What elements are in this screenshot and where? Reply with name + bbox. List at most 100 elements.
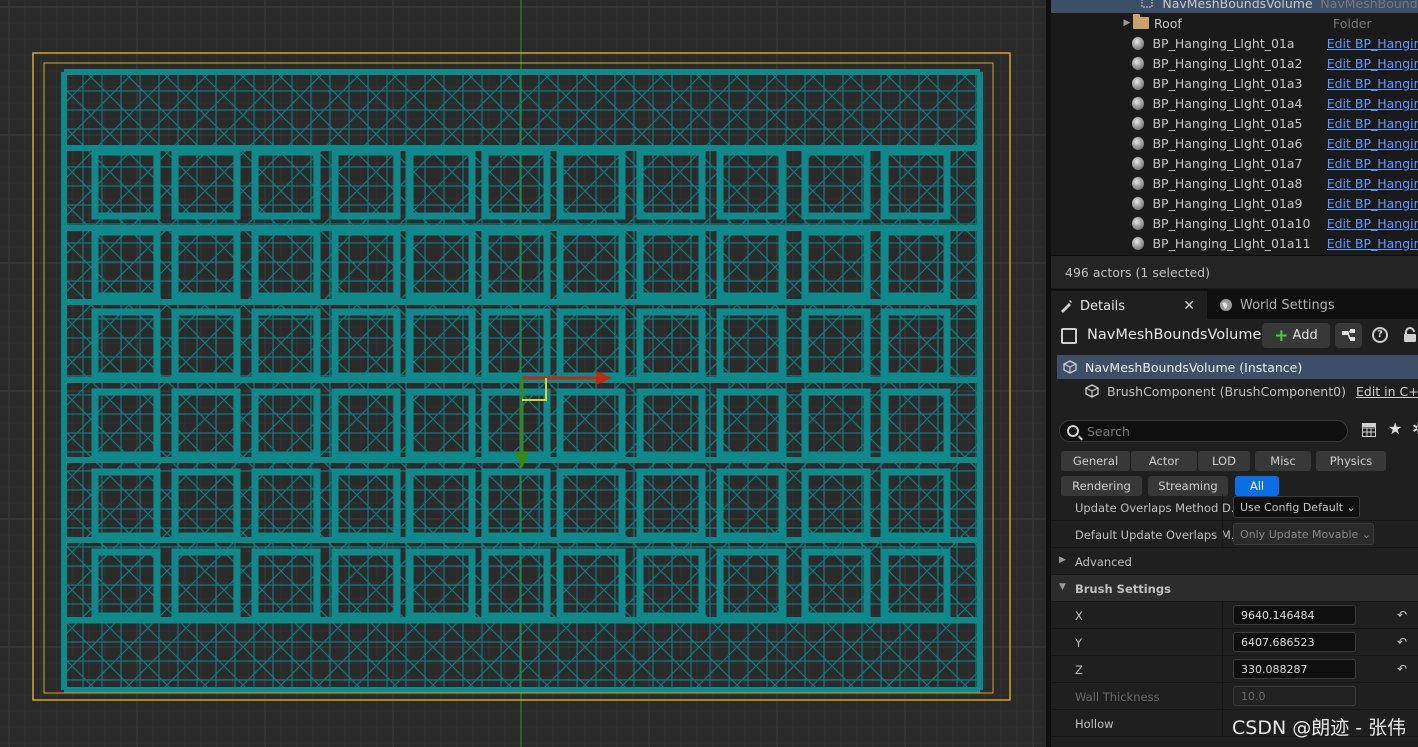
reset-arrow-icon[interactable]: ↶ [1397,662,1407,676]
add-component-button[interactable]: + Add [1262,323,1330,348]
sphere-actor-icon [1131,57,1145,70]
edit-blueprint-link[interactable]: Edit BP_Hangin [1327,196,1418,211]
edit-blueprint-link[interactable]: Edit BP_Hangin [1327,136,1418,151]
filter-general[interactable]: General [1061,451,1130,471]
brush-settings-section[interactable]: ▼ Brush Settings [1051,575,1418,602]
wireframe-band [977,72,983,690]
details-search-input[interactable]: Search [1059,420,1348,442]
outliner-row[interactable]: BP_Hanging_LIght_01a2 Edit BP_Hangin [1051,53,1418,73]
outliner-row[interactable]: ▶ Roof Folder [1051,13,1418,33]
sphere-actor-icon [1131,117,1145,130]
outliner-item-label: BP_Hanging_LIght_01a [1152,35,1295,51]
filter-misc[interactable]: Misc [1255,451,1311,471]
object-header: NavMeshBoundsVolume + Add ? [1051,319,1418,353]
filter-streaming[interactable]: Streaming [1148,476,1228,496]
filter-all[interactable]: All [1235,476,1279,496]
chevron-down-icon: ⌄ [1361,528,1372,541]
edit-blueprint-link[interactable]: Edit BP_Hangin [1327,96,1418,111]
outliner-row[interactable]: BP_Hanging_LIght_01a7 Edit BP_Hangin [1051,153,1418,173]
y-value-input[interactable]: 6407.686523 [1233,632,1356,652]
outliner-row[interactable]: BP_Hanging_LIght_01a5 Edit BP_Hangin [1051,113,1418,133]
outliner-row[interactable]: BP_Hanging_LIght_01a10 Edit BP_Hangin [1051,213,1418,233]
folder-icon [1133,14,1149,29]
advanced-expander[interactable]: ▶ Advanced [1051,548,1418,575]
outliner-row[interactable]: BP_Hanging_LIght_01a Edit BP_Hangin [1051,33,1418,53]
z-value-input[interactable]: 330.088287 [1233,659,1356,679]
dropdown-value: Only Update Movable [1240,528,1359,541]
property-row-y: Y 6407.686523 ↶ [1051,629,1418,656]
plus-icon: + [1274,325,1289,346]
blueprint-icon [1061,328,1077,344]
help-icon[interactable]: ? [1372,327,1388,343]
outliner-item-label: BP_Hanging_LIght_01a8 [1152,175,1303,191]
settings-gear-icon[interactable]: ✲ [1412,419,1418,438]
property-label: Y [1075,636,1083,650]
property-row-wall-thickness: Wall Thickness 10.0 [1051,683,1418,710]
expand-arrow-icon[interactable]: ▶ [1121,18,1133,28]
property-label: Z [1075,663,1083,677]
level-viewport[interactable] [0,0,1046,747]
sphere-actor-icon [1131,97,1145,110]
outliner-item-type: NavMeshBounds [1320,0,1418,11]
object-name: NavMeshBoundsVolume [1087,327,1262,343]
outliner-item-label: BP_Hanging_LIght_01a7 [1152,155,1303,171]
x-value-input[interactable]: 9640.146484 [1233,605,1356,625]
wireframe-band [64,69,980,75]
viewport-canvas[interactable] [0,0,1046,747]
edit-blueprint-link[interactable]: Edit BP_Hangin [1327,236,1418,251]
edit-blueprint-link[interactable]: Edit BP_Hangin [1327,76,1418,91]
filter-physics[interactable]: Physics [1316,451,1386,471]
outliner-row[interactable]: NavMeshBoundsVolume NavMeshBounds [1051,0,1418,13]
edit-blueprint-link[interactable]: Edit BP_Hangin [1327,36,1418,51]
cube-icon [1085,384,1099,398]
close-icon[interactable]: ✕ [1183,298,1195,314]
star-icon[interactable]: ★ [1388,419,1402,438]
component-row[interactable]: NavMeshBoundsVolume (Instance) [1057,355,1418,379]
tab-world-settings[interactable]: World Settings [1211,291,1351,319]
reset-arrow-icon[interactable]: ↶ [1397,608,1407,622]
table-view-icon[interactable] [1362,423,1376,437]
property-label: X [1075,609,1083,623]
default-update-overlaps-dropdown[interactable]: Only Update Movable ⌄ [1233,523,1374,545]
outliner-row[interactable]: BP_Hanging_LIght_01a9 Edit BP_Hangin [1051,193,1418,213]
outliner-item-label: Roof [1154,15,1182,31]
search-placeholder: Search [1087,424,1130,439]
wireframe-band [64,687,980,693]
wall-thickness-input[interactable]: 10.0 [1233,686,1356,706]
sphere-actor-icon [1131,217,1145,230]
outliner-row[interactable]: BP_Hanging_LIght_01a3 Edit BP_Hangin [1051,73,1418,93]
chevron-down-icon: ▼ [1059,582,1066,592]
edit-blueprint-link[interactable]: Edit BP_Hangin [1327,216,1418,231]
wireframe-band [64,299,980,305]
outliner-row[interactable]: BP_Hanging_LIght_01a8 Edit BP_Hangin [1051,173,1418,193]
edit-blueprint-link[interactable]: Edit BP_Hangin [1327,156,1418,171]
search-icon [1067,425,1079,437]
filter-lod[interactable]: LOD [1198,451,1250,471]
outliner-row[interactable]: BP_Hanging_LIght_01a4 Edit BP_Hangin [1051,93,1418,113]
outliner-row[interactable]: BP_Hanging_LIght_01a11 Edit BP_Hangin [1051,233,1418,253]
edit-blueprint-link[interactable]: Edit BP_Hangin [1327,176,1418,191]
update-overlaps-dropdown[interactable]: Use Config Default ⌄ [1233,496,1360,518]
reset-arrow-icon[interactable]: ↶ [1397,635,1407,649]
property-row-x: X 9640.146484 ↶ [1051,602,1418,629]
filter-actor[interactable]: Actor [1131,451,1197,471]
component-label: NavMeshBoundsVolume (Instance) [1085,359,1303,375]
lock-icon[interactable] [1403,327,1417,343]
outliner-item-label: NavMeshBoundsVolume [1162,0,1313,11]
tab-world-settings-label: World Settings [1240,297,1335,313]
filter-rendering[interactable]: Rendering [1061,476,1142,496]
property-label: Wall Thickness [1075,690,1160,704]
edit-blueprint-link[interactable]: Edit BP_Hangin [1327,56,1418,71]
sphere-actor-icon [1131,157,1145,170]
outliner-item-label: BP_Hanging_LIght_01a10 [1152,215,1311,231]
sphere-actor-icon [1131,237,1145,250]
edit-in-cpp-link[interactable]: Edit in C++ [1356,384,1418,399]
outliner-row[interactable]: BP_Hanging_LIght_01a6 Edit BP_Hangin [1051,133,1418,153]
tab-details-label: Details [1080,298,1126,314]
section-title: Brush Settings [1075,582,1171,596]
blueprint-button[interactable] [1335,323,1362,348]
tab-details[interactable]: Details ✕ [1051,291,1207,319]
edit-blueprint-link[interactable]: Edit BP_Hangin [1327,116,1418,131]
outliner-item-label: BP_Hanging_LIght_01a9 [1152,195,1303,211]
property-label: Update Overlaps Method D... [1075,501,1242,515]
